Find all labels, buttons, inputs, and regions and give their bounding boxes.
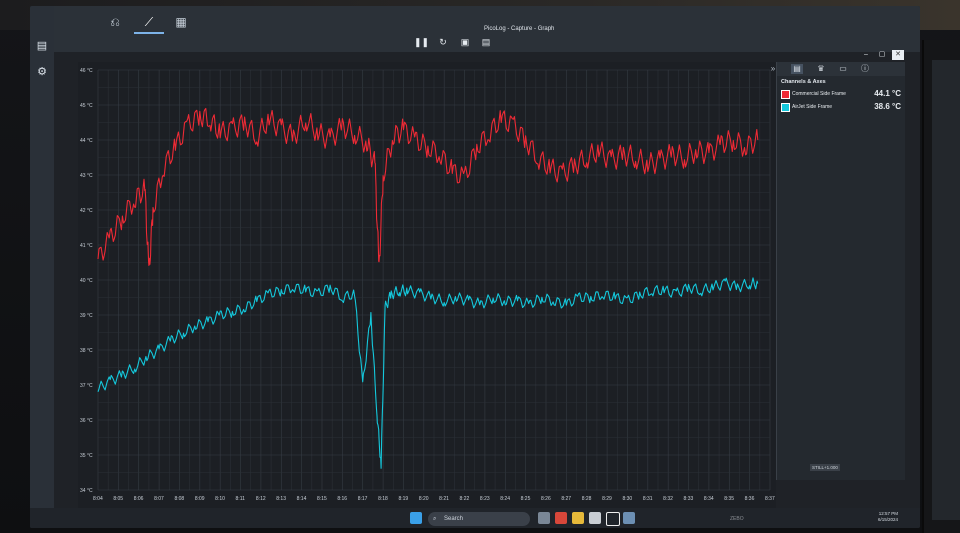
x-tick-label: 8:33 (684, 496, 694, 502)
channel-value: 38.6 °C (874, 102, 901, 111)
taskbar: ⌕ Search 12:57 PM 6/15/2024 (30, 508, 920, 528)
y-tick-label: 34 °C (80, 488, 93, 494)
y-tick-label: 38 °C (80, 348, 93, 354)
top-bar: ⎌ ⟋ ▦ PicoLog - Capture - Graph ❚❚ ↻ ▣ ▤… (54, 6, 920, 60)
screen: ▤ ⚙ ☺ ⎌ ⟋ ▦ PicoLog - Capture - Graph ❚❚… (30, 6, 920, 528)
info-tab-icon[interactable]: ⓘ (859, 64, 871, 74)
collapse-chevron-icon[interactable]: » (767, 64, 779, 74)
save-as-icon[interactable]: ▤ (480, 36, 492, 48)
x-tick-label: 8:12 (256, 496, 266, 502)
x-tick-label: 8:04 (93, 496, 103, 502)
x-tick-label: 8:11 (236, 496, 246, 502)
monitor-brand-label: ZEBO (730, 516, 744, 522)
x-tick-label: 8:07 (154, 496, 164, 502)
x-tick-label: 8:23 (480, 496, 490, 502)
series-line-airjet (97, 277, 759, 469)
notes-tab-icon[interactable]: ▭ (837, 64, 849, 74)
line-chart[interactable]: 46 °C 45 °C 44 °C 43 °C 42 °C 41 °C 40 °C 39 °C… (78, 62, 776, 508)
y-tick-label: 45 °C (80, 103, 93, 109)
y-tick-label: 44 °C (80, 138, 93, 144)
y-tick-label: 46 °C (80, 68, 93, 74)
channel-name: AirJet Side Frame (792, 104, 833, 110)
usb-icon[interactable]: ⎌ (100, 12, 130, 32)
table-icon[interactable]: ▦ (166, 12, 196, 32)
x-tick-label: 8:21 (439, 496, 449, 502)
refresh-icon[interactable]: ↻ (437, 36, 449, 48)
x-tick-label: 8:28 (582, 496, 592, 502)
app-icon[interactable] (623, 512, 635, 524)
search-icon: ⌕ (433, 516, 437, 522)
status-badge: STILL+1.000 (810, 464, 840, 471)
x-tick-label: 8:36 (745, 496, 755, 502)
channel-color-swatch (781, 103, 790, 112)
x-tick-label: 8:22 (460, 496, 470, 502)
channels-tab-icon[interactable]: ▤ (791, 64, 803, 74)
x-tick-label: 8:32 (663, 496, 673, 502)
y-tick-label: 36 °C (80, 418, 93, 424)
document-icon[interactable] (589, 512, 601, 524)
x-tick-label: 8:16 (337, 496, 347, 502)
x-tick-label: 8:25 (521, 496, 531, 502)
y-tick-label: 41 °C (80, 243, 93, 249)
x-tick-label: 8:05 (113, 496, 123, 502)
picolog-app-icon[interactable] (606, 512, 620, 526)
window-title: PicoLog - Capture - Graph (484, 26, 555, 32)
channel-row[interactable]: AirJet Side Frame 38.6 °C (781, 102, 903, 112)
channel-color-swatch (781, 90, 790, 99)
minimize-button[interactable]: – (860, 50, 872, 60)
windows-start-icon[interactable] (410, 512, 422, 524)
graph-icon[interactable]: ⟋ (134, 12, 164, 34)
channel-name: Commercial Side Frame (792, 91, 846, 97)
taskbar-search[interactable]: ⌕ Search (428, 512, 530, 526)
left-nav: ▤ ⚙ ☺ (30, 6, 54, 528)
clock-date: 6/15/2024 (877, 517, 898, 522)
x-tick-label: 8:26 (541, 496, 551, 502)
x-tick-label: 8:10 (215, 496, 225, 502)
file-icon[interactable]: ▤ (36, 40, 48, 52)
x-tick-label: 8:09 (195, 496, 205, 502)
x-tick-label: 8:37 (765, 496, 775, 502)
file-explorer-icon[interactable] (572, 512, 584, 524)
graph-area[interactable]: 46 °C 45 °C 44 °C 43 °C 42 °C 41 °C 40 °C 39 °C… (78, 62, 776, 508)
x-tick-label: 8:35 (724, 496, 734, 502)
task-view-icon[interactable] (538, 512, 550, 524)
panel-title: Channels & Axes (781, 79, 826, 85)
x-tick-label: 8:17 (358, 496, 368, 502)
x-tick-label: 8:18 (378, 496, 388, 502)
x-tick-label: 8:31 (643, 496, 653, 502)
x-tick-label: 8:19 (398, 496, 408, 502)
save-icon[interactable]: ▣ (459, 36, 471, 48)
y-tick-label: 42 °C (80, 208, 93, 214)
x-tick-label: 8:15 (317, 496, 327, 502)
close-button[interactable]: ✕ (892, 50, 904, 60)
x-tick-label: 8:08 (174, 496, 184, 502)
x-tick-label: 8:29 (602, 496, 612, 502)
pause-icon[interactable]: ❚❚ (414, 36, 429, 48)
settings-gear-icon[interactable]: ⚙ (36, 66, 48, 78)
y-tick-label: 35 °C (80, 453, 93, 459)
y-tick-label: 39 °C (80, 313, 93, 319)
maximize-button[interactable]: ▢ (876, 50, 888, 60)
chrome-icon[interactable] (555, 512, 567, 524)
y-tick-label: 37 °C (80, 383, 93, 389)
y-tick-label: 43 °C (80, 173, 93, 179)
y-tick-label: 40 °C (80, 278, 93, 284)
alarm-tab-icon[interactable]: ♛ (815, 64, 827, 74)
series-line-commercial (97, 107, 759, 267)
x-tick-label: 8:30 (622, 496, 632, 502)
x-tick-label: 8:27 (561, 496, 571, 502)
x-tick-label: 8:14 (297, 496, 307, 502)
x-tick-label: 8:13 (276, 496, 286, 502)
second-monitor (922, 40, 960, 533)
channels-panel: » ▤ ♛ ▭ ⓘ Channels & Axes Commercial Sid… (771, 62, 905, 480)
x-tick-label: 8:34 (704, 496, 714, 502)
x-tick-label: 8:24 (500, 496, 510, 502)
channel-value: 44.1 °C (874, 89, 901, 98)
x-tick-label: 8:20 (419, 496, 429, 502)
channel-row[interactable]: Commercial Side Frame 44.1 °C (781, 89, 903, 99)
search-placeholder: Search (444, 516, 464, 522)
system-clock: 12:57 PM 6/15/2024 (878, 511, 898, 523)
panel-tabs: » ▤ ♛ ▭ ⓘ (771, 62, 905, 76)
x-tick-label: 8:06 (134, 496, 144, 502)
